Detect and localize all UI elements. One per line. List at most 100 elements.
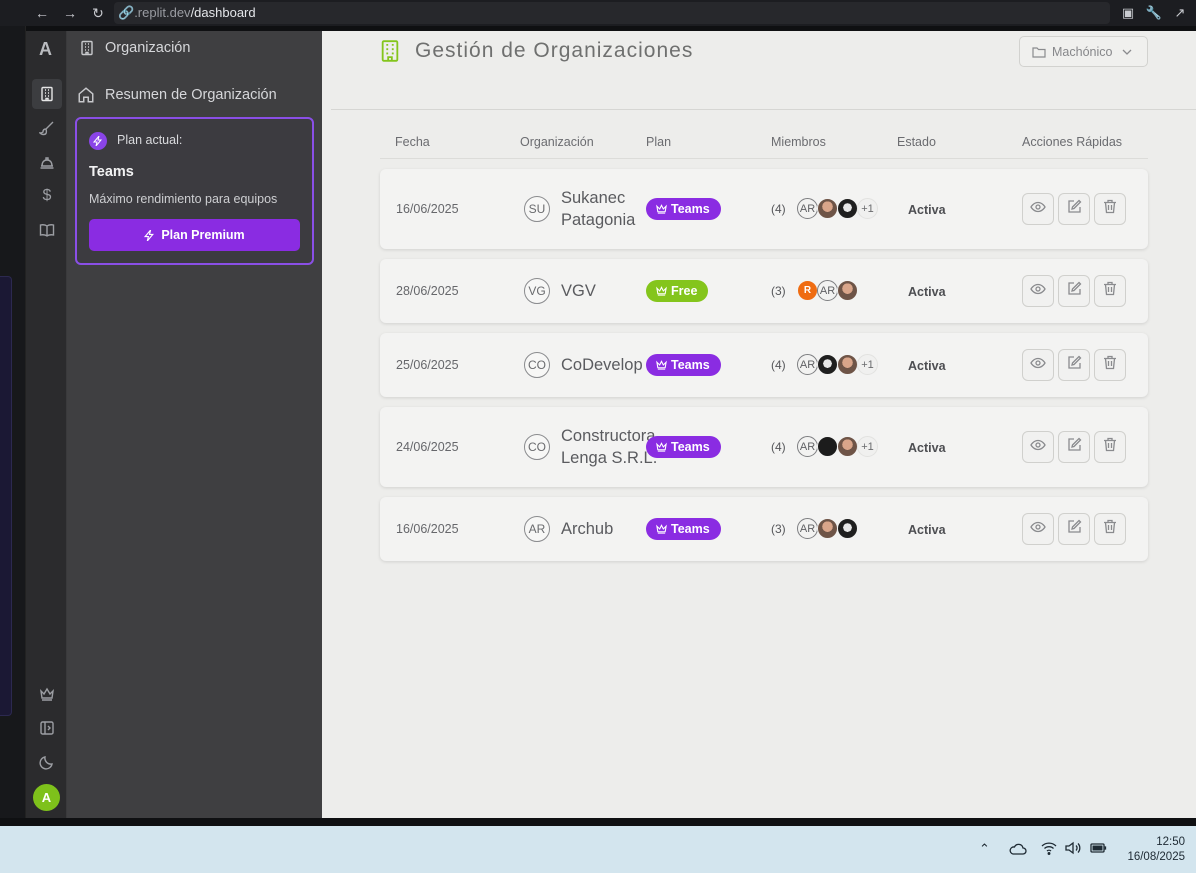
crown-icon[interactable] [32, 679, 62, 709]
member-avatars: AR +1 [797, 354, 878, 375]
view-button[interactable] [1022, 193, 1054, 225]
crown-icon [656, 524, 667, 534]
delete-button[interactable] [1094, 349, 1126, 381]
edit-button[interactable] [1058, 349, 1090, 381]
member-avatar [817, 518, 838, 539]
trash-icon [1103, 355, 1117, 375]
table-row[interactable]: 16/06/2025 AR Archub Teams (3) AR Activa [380, 497, 1148, 561]
address-bar[interactable]: 🔗.replit.dev/dashboard [114, 2, 1110, 24]
wifi-icon[interactable] [1041, 841, 1057, 855]
eye-icon [1030, 200, 1046, 218]
member-avatars: AR +1 [797, 198, 878, 219]
header-divider [331, 109, 1196, 110]
external-link-icon[interactable]: ↗ [1171, 4, 1189, 22]
sidebar-toggle-icon[interactable] [32, 713, 62, 743]
battery-icon[interactable] [1089, 841, 1107, 855]
dollar-icon[interactable]: $ [32, 181, 62, 211]
row-date: 16/06/2025 [396, 202, 459, 216]
org-name[interactable]: Constructora Lenga S.R.L. [561, 425, 657, 469]
edit-button[interactable] [1058, 431, 1090, 463]
back-arrow-icon[interactable]: ← [33, 4, 51, 22]
eye-icon [1030, 282, 1046, 300]
eye-icon [1030, 438, 1046, 456]
org-name[interactable]: Sukanec Patagonia [561, 187, 635, 231]
system-clock[interactable]: 12:50 16/08/2025 [1127, 835, 1185, 865]
clock-time: 12:50 [1156, 836, 1185, 848]
building-icon[interactable] [32, 79, 62, 109]
org-name[interactable]: Archub [561, 518, 613, 540]
url-domain: .replit.dev [134, 5, 191, 20]
lightning-icon [144, 229, 155, 241]
delete-button[interactable] [1094, 193, 1126, 225]
chevron-down-icon [1122, 49, 1132, 55]
browser-toolbar: ← → ↻ 🔗.replit.dev/dashboard ▣ 🔧 ↗ [0, 0, 1196, 26]
brush-icon[interactable] [32, 113, 62, 143]
view-button[interactable] [1022, 431, 1054, 463]
plan-badge: Teams [646, 518, 721, 540]
main-content: Gestión de Organizaciones Machónico Fech… [322, 31, 1196, 818]
app-logo[interactable]: A [39, 39, 52, 60]
view-button[interactable] [1022, 275, 1054, 307]
member-count: (4) [771, 358, 786, 372]
more-members-badge: +1 [857, 354, 878, 375]
org-avatar: CO [524, 434, 550, 460]
member-avatars: AR +1 [797, 436, 878, 457]
table-row[interactable]: 28/06/2025 VG VGV Free (3) R AR Activa [380, 259, 1148, 323]
plan-premium-button[interactable]: Plan Premium [89, 219, 300, 251]
member-avatar: AR [797, 198, 818, 219]
plan-description: Máximo rendimiento para equipos [89, 192, 278, 206]
table-row[interactable]: 25/06/2025 CO CoDevelop Teams (4) AR +1 Activa [380, 333, 1148, 397]
column-header-plan: Plan [646, 135, 672, 149]
table-header: Fecha Organización Plan Miembros Estado … [380, 127, 1148, 159]
edit-button[interactable] [1058, 275, 1090, 307]
edit-icon [1067, 519, 1082, 539]
speaker-icon[interactable] [1065, 841, 1083, 855]
helmet-icon[interactable] [32, 147, 62, 177]
user-avatar[interactable]: A [33, 784, 60, 811]
wrench-icon[interactable]: 🔧 [1145, 4, 1163, 22]
moon-icon[interactable] [32, 747, 62, 777]
building-icon [81, 40, 93, 56]
plan-current-label: Plan actual: [117, 133, 183, 147]
org-name[interactable]: CoDevelop [561, 354, 643, 376]
table-row[interactable]: 16/06/2025 SU Sukanec Patagonia Teams (4) AR +… [380, 169, 1148, 249]
folder-icon [1032, 46, 1046, 58]
book-icon[interactable] [32, 215, 62, 245]
cloud-icon[interactable] [1009, 843, 1027, 855]
status-text: Activa [908, 441, 946, 455]
delete-button[interactable] [1094, 275, 1126, 307]
forward-arrow-icon[interactable]: → [61, 4, 79, 22]
more-members-badge: +1 [857, 198, 878, 219]
eye-icon [1030, 356, 1046, 374]
eye-icon [1030, 520, 1046, 538]
home-icon [78, 87, 94, 103]
reload-icon[interactable]: ↻ [89, 4, 107, 22]
more-members-badge: +1 [857, 436, 878, 457]
member-count: (4) [771, 202, 786, 216]
view-button[interactable] [1022, 349, 1054, 381]
org-name[interactable]: VGV [561, 280, 596, 302]
link-icon: 🔗 [118, 5, 135, 20]
plan-badge: Teams [646, 436, 721, 458]
chevron-up-icon[interactable]: ⌃ [979, 841, 990, 857]
status-text: Activa [908, 523, 946, 537]
member-avatar [817, 436, 838, 457]
member-count: (4) [771, 440, 786, 454]
member-avatar [837, 354, 858, 375]
org-avatar: AR [524, 516, 550, 542]
view-button[interactable] [1022, 513, 1054, 545]
member-avatars: R AR [797, 280, 858, 301]
plan-badge: Teams [646, 354, 721, 376]
delete-button[interactable] [1094, 431, 1126, 463]
workspace-select[interactable]: Machónico [1019, 36, 1148, 67]
edit-button[interactable] [1058, 193, 1090, 225]
devices-icon[interactable]: ▣ [1119, 4, 1137, 22]
edit-button[interactable] [1058, 513, 1090, 545]
edit-icon [1067, 437, 1082, 457]
table-row[interactable]: 24/06/2025 CO Constructora Lenga S.R.L. Tea… [380, 407, 1148, 487]
sidebar-item-resumen[interactable]: Resumen de Organización [77, 86, 277, 104]
sidebar-section-organization[interactable]: Organización [79, 40, 190, 56]
icon-rail: A $ A [26, 31, 67, 818]
delete-button[interactable] [1094, 513, 1126, 545]
trash-icon [1103, 199, 1117, 219]
